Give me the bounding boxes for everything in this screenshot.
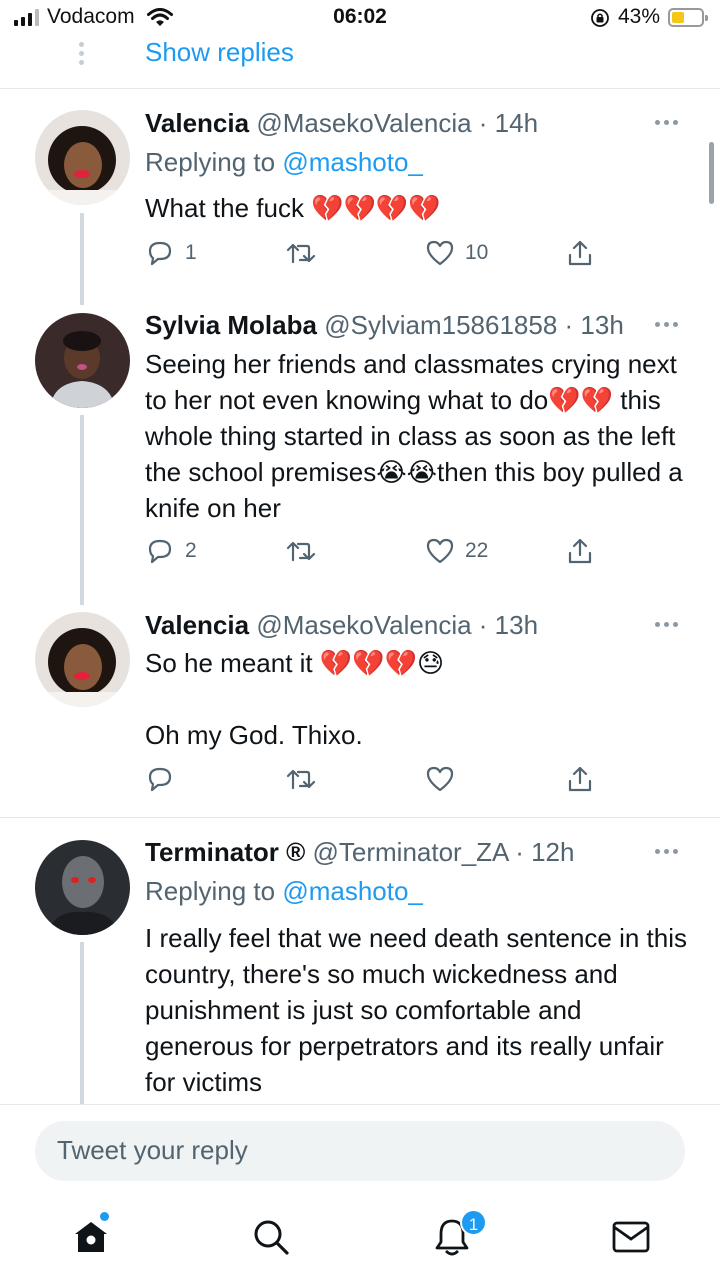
tweet-timestamp[interactable]: · 13h [479,610,538,640]
heart-icon [426,538,454,564]
share-icon [568,766,592,792]
tweet-text: What the fuck 💔💔💔💔 [145,193,441,223]
tweet-author-name[interactable]: Sylvia Molaba [145,310,317,340]
thread-line [80,415,84,605]
tweet-actions: 1 10 [145,238,605,272]
share-icon [568,240,592,266]
share-icon [568,538,592,564]
messages-icon[interactable] [611,1220,651,1254]
tweet-author-handle[interactable]: @Sylviam15861858 [324,310,557,340]
battery-icon [668,8,708,27]
like-button[interactable]: 22 [425,536,488,566]
tweet-author-name[interactable]: Valencia [145,108,249,138]
share-button[interactable] [565,764,595,794]
retweet-icon [286,243,316,264]
retweet-icon [286,769,316,790]
tweet-timestamp[interactable]: · 12h [515,837,574,867]
reply-placeholder: Tweet your reply [57,1135,248,1165]
avatar[interactable] [35,313,130,408]
tweet-timestamp[interactable]: · 13h [565,310,624,340]
share-button[interactable] [565,536,595,566]
tweet-actions [145,764,605,798]
tweet-text: I really feel that we need death sentenc… [145,923,695,1097]
tweet-actions: 2 22 [145,536,605,570]
divider [0,817,720,818]
divider [0,88,720,89]
avatar[interactable] [35,840,130,935]
mention-link[interactable]: @mashoto_ [282,876,423,906]
reply-icon [148,767,172,792]
avatar[interactable] [35,612,130,707]
thread-line [80,942,84,1104]
tweet-author-name[interactable]: Valencia [145,610,249,640]
reply-icon [148,241,172,266]
reply-button[interactable]: 2 [145,536,197,566]
more-options-icon[interactable] [655,120,678,125]
avatar[interactable] [35,110,130,205]
divider [0,1104,720,1105]
replying-to: Replying to @mashoto_ [145,147,423,177]
tweet-timestamp[interactable]: · 14h [479,108,538,138]
reply-count: 1 [185,241,197,264]
reply-icon [148,539,172,564]
mention-link[interactable]: @mashoto_ [282,147,423,177]
show-replies-link[interactable]: Show replies [145,37,294,68]
retweet-button[interactable] [285,536,327,566]
retweet-button[interactable] [285,764,327,794]
home-unread-dot [100,1212,109,1221]
share-button[interactable] [565,238,595,268]
collapsed-thread-dots-icon [79,42,84,65]
tweet-author-handle[interactable]: @MasekoValencia [256,108,471,138]
battery-level-fill [672,12,684,23]
retweet-button[interactable] [285,238,327,268]
reply-count: 2 [185,539,197,562]
reply-button[interactable] [145,764,185,794]
like-count: 10 [465,241,489,264]
search-icon[interactable] [251,1217,291,1257]
tweet-text: Seeing her friends and classmates crying… [145,349,690,523]
tweet-text: So he meant it 💔💔💔😓 Oh my God. Thixo. [145,648,445,750]
status-bar: Vodacom 06:02 43% [0,0,720,38]
like-button[interactable] [425,764,465,794]
heart-icon [426,766,454,792]
tweet-author-handle[interactable]: @Terminator_ZA [313,837,508,867]
tweet-reply-input[interactable]: Tweet your reply [35,1121,685,1181]
tweet-author-handle[interactable]: @MasekoValencia [256,610,471,640]
tweet-author-name[interactable]: Terminator ® [145,837,305,867]
orientation-lock-icon [591,9,609,27]
like-count: 22 [465,539,489,562]
notification-badge: 1 [460,1209,487,1236]
home-icon[interactable] [72,1218,110,1256]
battery-percentage: 43% [618,5,661,28]
scrollbar-thumb[interactable] [709,142,714,204]
replying-to: Replying to @mashoto_ [145,876,423,906]
more-options-icon[interactable] [655,849,678,854]
more-options-icon[interactable] [655,322,678,327]
thread-line [80,213,84,305]
reply-button[interactable]: 1 [145,238,197,268]
like-button[interactable]: 10 [425,238,488,268]
more-options-icon[interactable] [655,622,678,627]
status-time: 06:02 [333,5,387,28]
retweet-icon [286,541,316,562]
heart-icon [426,240,454,266]
